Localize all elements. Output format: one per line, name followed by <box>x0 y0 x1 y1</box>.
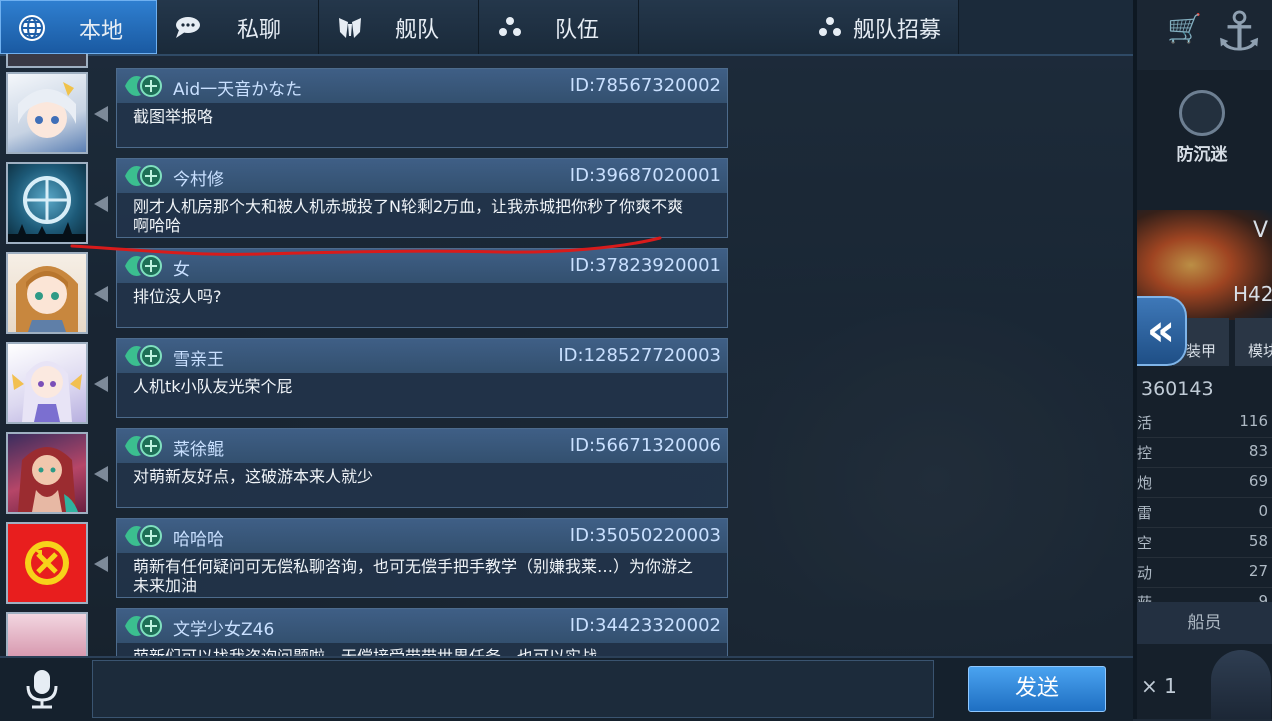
ship-stats: 活116 控83 炮69 雷0 空58 动27 蔽9 <box>1137 408 1272 618</box>
ship-number: 360143 <box>1141 378 1214 400</box>
ship-class-letter: V <box>1253 218 1269 243</box>
send-button[interactable]: 发送 <box>968 666 1106 712</box>
double-chevron-left-icon: « <box>1146 305 1176 356</box>
collapse-chat-button[interactable]: « <box>1137 296 1187 366</box>
armor-label: 装甲 <box>1185 342 1216 360</box>
stat-key: 雷 <box>1137 504 1153 522</box>
stat-key: 空 <box>1137 534 1153 552</box>
cart-icon[interactable]: 🛒 <box>1167 12 1203 45</box>
stat-key: 控 <box>1137 444 1153 462</box>
stat-row: 动 27 <box>1137 558 1272 588</box>
stat-value: 27 <box>1248 562 1268 580</box>
stat-row: 雷0 <box>1137 498 1272 528</box>
module-tab[interactable]: 模块 <box>1235 318 1272 366</box>
anti-addiction-button[interactable]: 防沉迷 <box>1147 90 1257 165</box>
module-label: 模块 <box>1247 342 1272 360</box>
chat-input-bar: 发送 <box>0 656 1133 721</box>
person-icon <box>1179 90 1225 136</box>
stat-key: 动 <box>1137 564 1153 582</box>
stat-row: 活 116 <box>1137 408 1272 438</box>
chat-panel: 本地 私聊 舰队 队伍 舰队招募 Aid一天音かなた ID:7856732000… <box>0 0 1137 721</box>
stat-key: 炮 <box>1137 474 1153 492</box>
stat-value: 116 <box>1239 412 1268 430</box>
stat-key: 活 <box>1137 414 1153 432</box>
anchor-icon[interactable]: ⚓ <box>1215 0 1263 63</box>
stat-row: 空 58 <box>1137 528 1272 558</box>
hull-code: H42 <box>1233 282 1272 306</box>
stat-value: 0 <box>1258 502 1268 520</box>
stat-value: 83 <box>1248 442 1268 460</box>
stat-value: 69 <box>1248 472 1268 490</box>
voice-input-button[interactable] <box>18 666 66 712</box>
multiplier: × 1 <box>1141 674 1177 698</box>
red-annotation-stroke <box>70 236 662 256</box>
stat-row: 控 83 <box>1137 438 1272 468</box>
microphone-icon <box>26 670 58 709</box>
stat-row: 炮 69 <box>1137 468 1272 498</box>
stat-value: 58 <box>1248 532 1268 550</box>
message-input[interactable] <box>92 660 934 718</box>
anti-addiction-label: 防沉迷 <box>1176 145 1228 165</box>
sailor-avatar[interactable] <box>1211 650 1271 719</box>
crew-button[interactable]: 船员 <box>1137 602 1272 644</box>
